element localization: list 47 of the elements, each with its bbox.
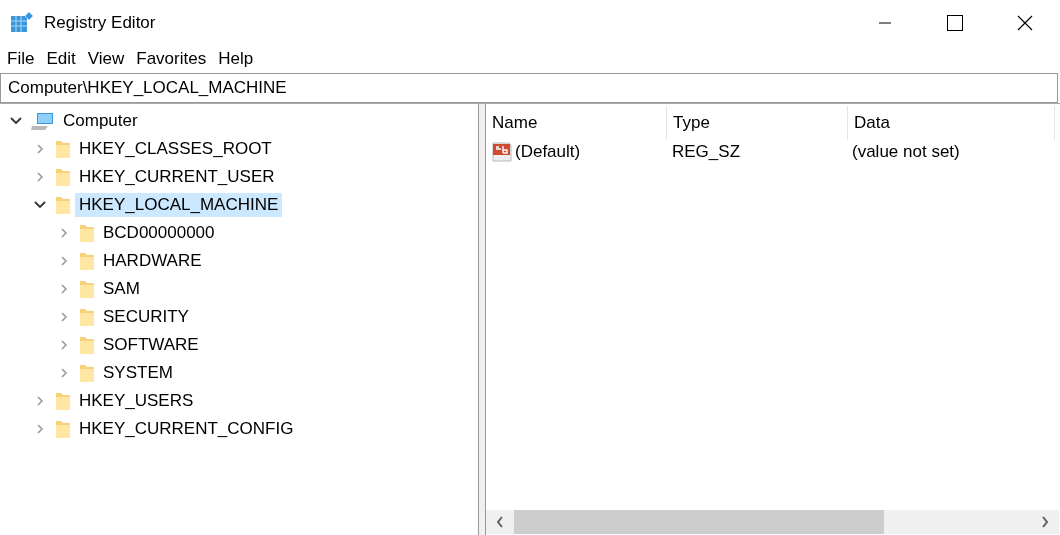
pane-splitter[interactable] — [479, 104, 486, 535]
folder-icon — [55, 419, 71, 439]
address-field[interactable]: Computer\HKEY_LOCAL_MACHINE — [0, 73, 1058, 103]
folder-icon — [79, 251, 95, 271]
table-cell-text: (Default) — [515, 142, 582, 162]
tree-item[interactable]: HKEY_CURRENT_USER — [75, 165, 279, 189]
tree-item[interactable]: SOFTWARE — [99, 333, 203, 357]
tree-item[interactable]: Computer — [59, 109, 142, 133]
folder-icon — [79, 363, 95, 383]
window-title: Registry Editor — [44, 12, 156, 33]
folder-icon — [55, 391, 71, 411]
column-header[interactable]: Data — [848, 106, 1055, 140]
folder-icon — [79, 307, 95, 327]
scroll-right-icon[interactable] — [1041, 516, 1049, 528]
folder-icon — [55, 195, 71, 215]
menu-item[interactable]: Help — [212, 49, 260, 69]
folder-icon — [55, 139, 71, 159]
folder-icon — [55, 167, 71, 187]
computer-icon — [31, 111, 55, 131]
menu-item[interactable]: Favorites — [130, 49, 213, 69]
minimize-icon — [879, 21, 891, 24]
folder-icon — [79, 279, 95, 299]
table-cell-text: REG_SZ — [672, 142, 742, 162]
registry-app-icon — [10, 10, 34, 35]
horizontal-scrollbar[interactable] — [486, 510, 1059, 534]
menu-item[interactable]: View — [81, 49, 131, 69]
tree-item[interactable]: SAM — [99, 277, 144, 301]
scrollbar-thumb[interactable] — [514, 510, 884, 534]
folder-icon — [79, 335, 95, 355]
column-header[interactable]: Type — [667, 106, 848, 140]
tree-item[interactable]: HARDWARE — [99, 249, 206, 273]
menu-item[interactable]: File — [1, 49, 41, 69]
string-value-icon — [491, 141, 513, 163]
close-icon — [1017, 14, 1033, 31]
menu-item[interactable]: Edit — [40, 49, 82, 69]
tree-item[interactable]: SECURITY — [99, 305, 193, 329]
table-cell-text: (value not set) — [852, 142, 961, 162]
column-header[interactable]: Name — [486, 106, 667, 140]
tree-item[interactable]: BCD00000000 — [99, 221, 219, 245]
folder-icon — [79, 223, 95, 243]
maximize-icon — [947, 14, 963, 31]
tree-item[interactable]: SYSTEM — [99, 361, 177, 385]
tree-item[interactable]: HKEY_LOCAL_MACHINE — [75, 193, 283, 217]
tree-item[interactable]: HKEY_USERS — [75, 389, 198, 413]
scroll-left-icon[interactable] — [496, 516, 504, 528]
tree-item[interactable]: HKEY_CURRENT_CONFIG — [75, 417, 298, 441]
tree-item[interactable]: HKEY_CLASSES_ROOT — [75, 137, 276, 161]
